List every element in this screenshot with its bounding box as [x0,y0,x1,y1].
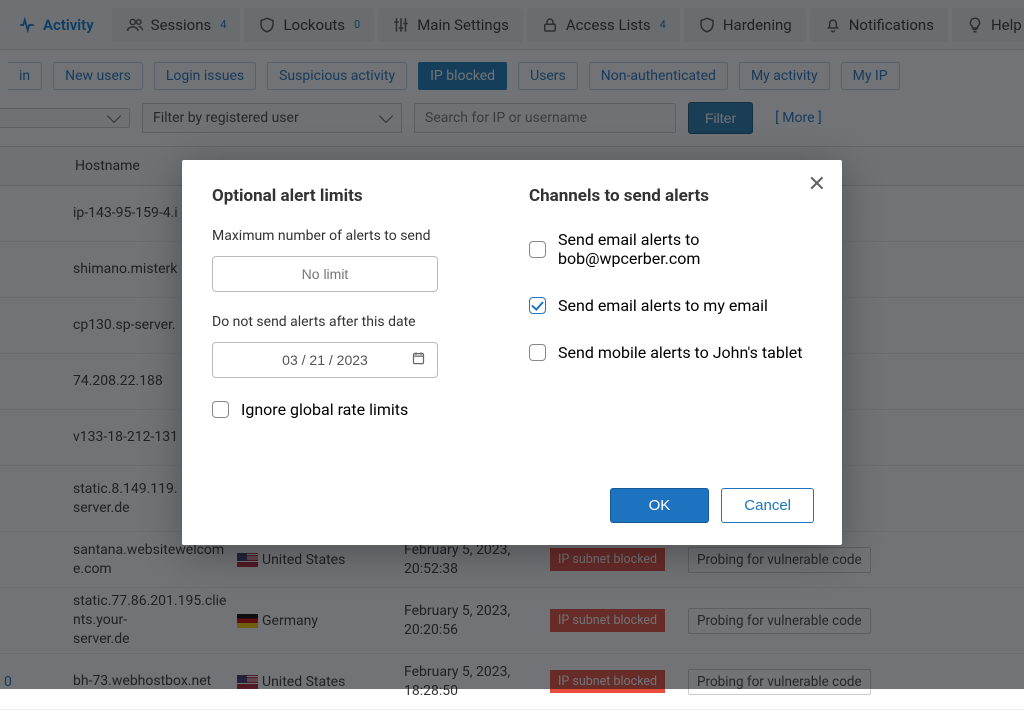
channels-section: Channels to send alerts Send email alert… [529,186,812,447]
section-title: Channels to send alerts [529,186,812,206]
calendar-icon[interactable] [411,351,426,370]
cancel-button[interactable]: Cancel [721,488,814,523]
ok-button[interactable]: OK [610,488,710,523]
email-my-checkbox[interactable] [529,297,546,314]
mobile-label: Send mobile alerts to John's tablet [558,343,802,362]
max-alerts-input[interactable] [212,256,438,292]
email-my-label: Send email alerts to my email [558,296,768,315]
email-bob-checkbox[interactable] [529,241,546,258]
max-alerts-label: Maximum number of alerts to send [212,228,495,244]
ignore-global-checkbox[interactable] [212,401,229,418]
optional-alert-limits-section: Optional alert limits Maximum number of … [212,186,495,447]
email-bob-label: Send email alerts to bob@wpcerber.com [558,230,812,268]
close-icon[interactable]: ✕ [808,174,826,196]
section-title: Optional alert limits [212,186,495,206]
ignore-global-label: Ignore global rate limits [241,400,408,419]
alert-dialog: ✕ Optional alert limits Maximum number o… [182,160,842,545]
modal-overlay: ✕ Optional alert limits Maximum number o… [0,0,1024,689]
date-input[interactable] [212,342,438,378]
mobile-checkbox[interactable] [529,344,546,361]
date-label: Do not send alerts after this date [212,314,495,330]
